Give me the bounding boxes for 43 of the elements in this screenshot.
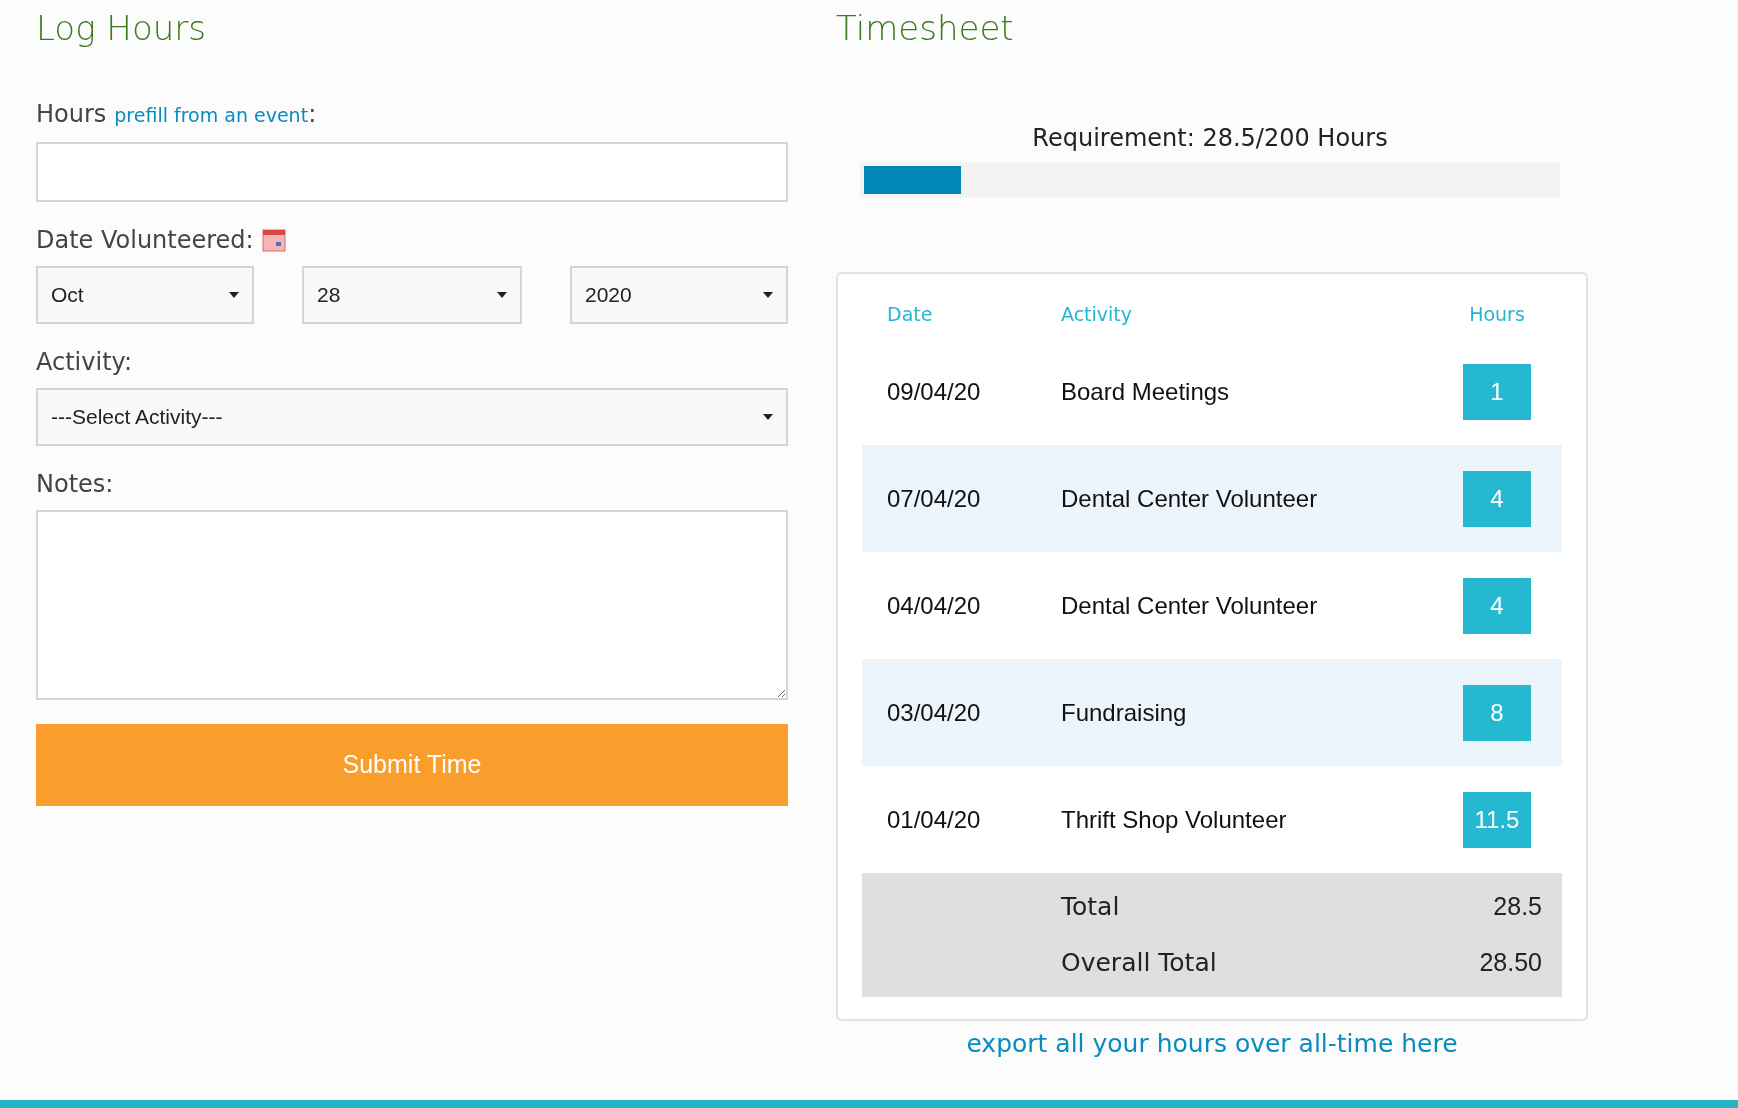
label-colon: : xyxy=(308,99,317,130)
activity-cell-text: Dental Center Volunteer xyxy=(1061,483,1319,514)
caret-icon xyxy=(497,292,507,298)
date-cell-text: 01/04/20 xyxy=(887,804,982,835)
day-select[interactable]: 28 xyxy=(302,266,522,324)
calendar-icon[interactable] xyxy=(261,228,286,252)
activity-cell-text: Fundraising xyxy=(1061,697,1188,728)
notes-textarea[interactable] xyxy=(36,510,788,700)
total-value: 28.50 xyxy=(1479,947,1542,979)
export-link[interactable]: export all your hours over all-time here xyxy=(966,1025,1458,1063)
hours-badge: 1 xyxy=(1463,363,1531,420)
hours-input[interactable] xyxy=(36,142,788,202)
field-label: Activity: xyxy=(36,347,134,378)
column-header: Date xyxy=(887,302,934,327)
section-title: Timesheet xyxy=(836,7,1015,50)
field-label: Hours xyxy=(36,99,107,130)
date-cell-text: 03/04/20 xyxy=(887,697,982,728)
activity-select[interactable]: ---Select Activity--- xyxy=(36,388,788,446)
requirement-text: Requirement: 28.5/200 Hours xyxy=(1032,123,1388,154)
date-cell-text: 07/04/20 xyxy=(887,483,982,514)
year-select[interactable]: 2020 xyxy=(570,266,788,324)
total-value: 28.5 xyxy=(1493,891,1542,923)
prefill-link[interactable]: prefill from an event xyxy=(114,101,309,130)
hours-badge: 4 xyxy=(1463,470,1531,527)
hours-badge: 11.5 xyxy=(1463,791,1531,848)
total-label: Total xyxy=(1061,891,1121,924)
field-label: Notes: xyxy=(36,469,115,500)
activity-cell-text: Board Meetings xyxy=(1061,376,1231,407)
month-select[interactable]: Oct xyxy=(36,266,254,324)
column-header: Activity xyxy=(1061,302,1134,327)
caret-icon xyxy=(763,292,773,298)
column-header: Hours xyxy=(1468,302,1526,327)
field-label: Date Volunteered: xyxy=(36,225,254,256)
caret-icon xyxy=(763,414,773,420)
activity-cell-text: Dental Center Volunteer xyxy=(1061,590,1319,621)
activity-cell-text: Thrift Shop Volunteer xyxy=(1061,804,1288,835)
total-label: Overall Total xyxy=(1061,947,1218,980)
caret-icon xyxy=(229,292,239,298)
section-title: Log Hours xyxy=(36,7,207,50)
hours-badge: 4 xyxy=(1463,577,1531,634)
hours-badge: 8 xyxy=(1463,684,1531,741)
date-cell-text: 09/04/20 xyxy=(887,376,982,407)
date-cell-text: 04/04/20 xyxy=(887,590,982,621)
